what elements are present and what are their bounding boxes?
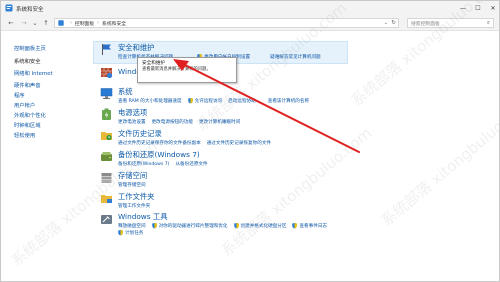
annotation-arrow: [173, 59, 360, 153]
control-panel-window: 系统和安全 — ☐ ✕ ← → ⌄ ↑ › 控制面板 › 系统和安全 ⌄ ↻ 搜…: [0, 0, 500, 282]
